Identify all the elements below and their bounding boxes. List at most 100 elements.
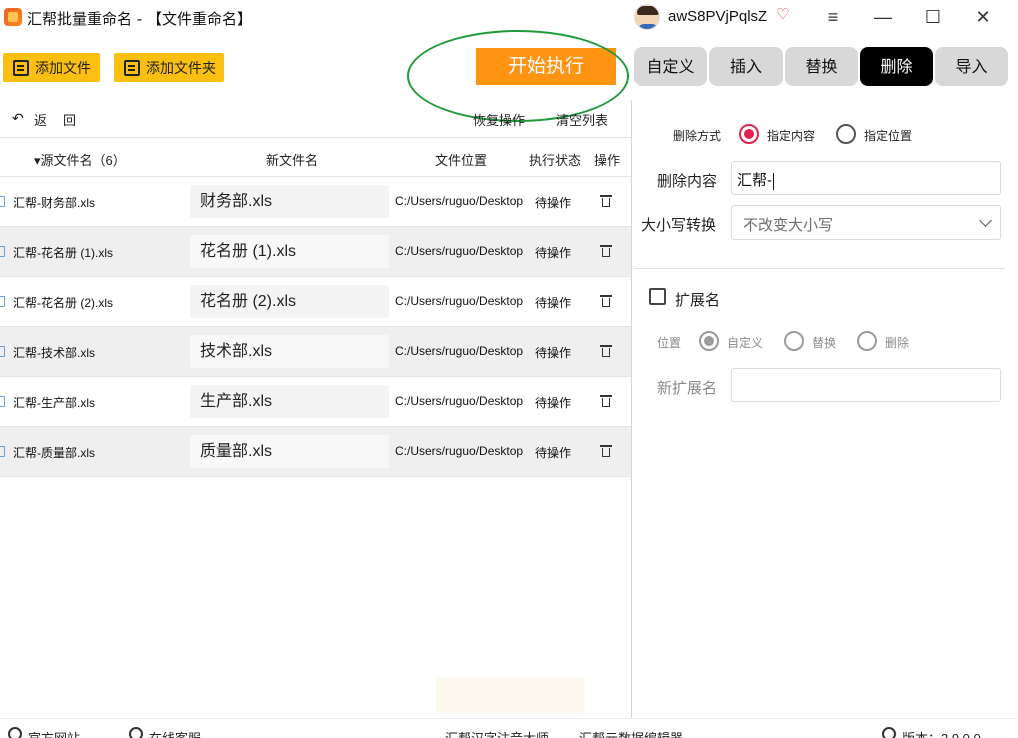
website-link[interactable]: 官方网站 (28, 728, 80, 738)
window-title: 汇帮批量重命名 - 【文件重命名】 (27, 10, 252, 28)
status-text: 待操作 (535, 396, 572, 410)
tab-custom[interactable]: 自定义 (634, 47, 707, 86)
tab-replace[interactable]: 替换 (785, 47, 858, 86)
new-name-field[interactable]: 生产部.xls (190, 385, 389, 418)
tab-insert[interactable]: 插入 (709, 47, 783, 86)
menu-icon[interactable]: ≡ (818, 4, 848, 30)
delete-content-value: 汇帮- (737, 172, 772, 189)
new-name-field[interactable]: 质量部.xls (190, 435, 389, 468)
excel-file-icon (0, 196, 5, 207)
new-name-field[interactable]: 花名册 (2).xls (190, 285, 389, 318)
header-new-name: 新文件名 (266, 153, 319, 168)
radio-specified-position[interactable] (836, 124, 856, 144)
radio-specified-position-label[interactable]: 指定位置 (864, 127, 912, 144)
chevron-down-icon (979, 214, 992, 227)
table-row[interactable]: 汇帮-技术部.xls 技术部.xls C:/Users/ruguo/Deskto… (0, 327, 631, 377)
file-location: C:/Users/ruguo/Desktop (395, 444, 523, 458)
headset-icon (129, 727, 143, 738)
source-name: 汇帮-财务部.xls (13, 196, 95, 210)
source-name: 汇帮-花名册 (2).xls (13, 296, 113, 310)
folder-add-icon (124, 59, 140, 76)
source-name: 汇帮-技术部.xls (13, 346, 95, 360)
file-location: C:/Users/ruguo/Desktop (395, 244, 523, 258)
trash-icon[interactable] (600, 294, 612, 308)
avatar[interactable] (634, 4, 660, 30)
list-header: ▾源文件名（6） 新文件名 文件位置 执行状态 操作 (0, 137, 631, 177)
tab-delete[interactable]: 删除 (860, 47, 933, 86)
new-extension-label: 新扩展名 (657, 380, 718, 397)
radio-ext-custom[interactable] (699, 331, 719, 351)
username[interactable]: awS8PVjPqlsZ (668, 8, 767, 25)
tab-import[interactable]: 导入 (935, 47, 1008, 86)
trash-icon[interactable] (600, 244, 612, 258)
maximize-button[interactable]: ☐ (918, 4, 948, 30)
new-name-field[interactable]: 技术部.xls (190, 335, 389, 368)
app-logo-icon (4, 8, 22, 26)
radio-specified-content-label[interactable]: 指定内容 (767, 127, 815, 144)
section-divider (634, 268, 1005, 269)
extension-checkbox[interactable] (649, 288, 666, 305)
add-file-button[interactable]: 添加文件 (3, 53, 100, 82)
radio-ext-replace-label[interactable]: 替换 (812, 334, 836, 351)
radio-ext-replace[interactable] (784, 331, 804, 351)
trash-icon[interactable] (600, 344, 612, 358)
footer-link-pinyin[interactable]: 汇帮汉字注音大师 (445, 728, 549, 738)
vip-heart-icon[interactable]: ♡ (776, 6, 794, 24)
source-name: 汇帮-生产部.xls (13, 396, 95, 410)
case-select[interactable]: 不改变大小写 (731, 205, 1001, 240)
table-row[interactable]: 汇帮-质量部.xls 质量部.xls C:/Users/ruguo/Deskto… (0, 427, 631, 477)
delete-content-input[interactable]: 汇帮- (731, 161, 1001, 195)
delete-mode-label: 删除方式 (673, 129, 722, 143)
radio-ext-delete[interactable] (857, 331, 877, 351)
header-source[interactable]: ▾源文件名（6） (34, 150, 126, 169)
table-row[interactable]: 汇帮-财务部.xls 财务部.xls C:/Users/ruguo/Deskto… (0, 177, 631, 227)
position-label: 位置 (657, 336, 682, 350)
radio-ext-delete-label[interactable]: 删除 (885, 334, 909, 351)
file-list-icon (13, 59, 29, 76)
trash-icon[interactable] (600, 444, 612, 458)
table-row[interactable]: 汇帮-花名册 (2).xls 花名册 (2).xls C:/Users/rugu… (0, 277, 631, 327)
panel-divider (631, 100, 632, 718)
header-location: 文件位置 (435, 153, 488, 168)
file-location: C:/Users/ruguo/Desktop (395, 294, 523, 308)
back-icon[interactable]: ↶ (12, 110, 24, 127)
radio-ext-custom-label[interactable]: 自定义 (727, 334, 763, 351)
new-extension-input[interactable] (731, 368, 1001, 402)
title-bar: 汇帮批量重命名 - 【文件重命名】 awS8PVjPqlsZ ♡ ≡ — ☐ ✕ (0, 0, 1018, 34)
case-label: 大小写转换 (641, 217, 717, 234)
source-name: 汇帮-质量部.xls (13, 446, 95, 460)
highlight-ellipse (407, 30, 629, 122)
faded-overlay (436, 677, 584, 713)
home-icon (8, 727, 22, 738)
back-button-label[interactable]: 回 (63, 110, 76, 129)
file-location: C:/Users/ruguo/Desktop (395, 394, 523, 408)
restore-button[interactable]: 恢复操作 (473, 110, 525, 129)
trash-icon[interactable] (600, 194, 612, 208)
add-folder-button[interactable]: 添加文件夹 (114, 53, 224, 82)
table-row[interactable]: 汇帮-生产部.xls 生产部.xls C:/Users/ruguo/Deskto… (0, 377, 631, 427)
status-text: 待操作 (535, 446, 572, 460)
footer: 官方网站 在线客服 汇帮汉字注音大师 汇帮元数据编辑器 版本：3.9.0.0 (0, 718, 1018, 738)
header-action: 操作 (594, 153, 621, 168)
back-button[interactable]: 返 (34, 110, 47, 129)
source-name: 汇帮-花名册 (1).xls (13, 246, 113, 260)
new-name-field[interactable]: 财务部.xls (190, 185, 389, 218)
header-status: 执行状态 (529, 153, 582, 168)
footer-link-metadata[interactable]: 汇帮元数据编辑器 (579, 728, 683, 738)
close-button[interactable]: ✕ (968, 4, 998, 30)
delete-content-label: 删除内容 (657, 173, 718, 190)
file-location: C:/Users/ruguo/Desktop (395, 194, 523, 208)
refresh-icon[interactable] (882, 727, 896, 738)
new-name-field[interactable]: 花名册 (1).xls (190, 235, 389, 268)
radio-specified-content[interactable] (739, 124, 759, 144)
minimize-button[interactable]: — (868, 4, 898, 30)
add-file-label: 添加文件 (35, 60, 91, 77)
file-location: C:/Users/ruguo/Desktop (395, 344, 523, 358)
clear-list-button[interactable]: 清空列表 (556, 110, 608, 129)
table-row[interactable]: 汇帮-花名册 (1).xls 花名册 (1).xls C:/Users/rugu… (0, 227, 631, 277)
extension-label[interactable]: 扩展名 (675, 289, 720, 310)
trash-icon[interactable] (600, 394, 612, 408)
excel-file-icon (0, 246, 5, 257)
support-link[interactable]: 在线客服 (149, 728, 201, 738)
excel-file-icon (0, 346, 5, 357)
